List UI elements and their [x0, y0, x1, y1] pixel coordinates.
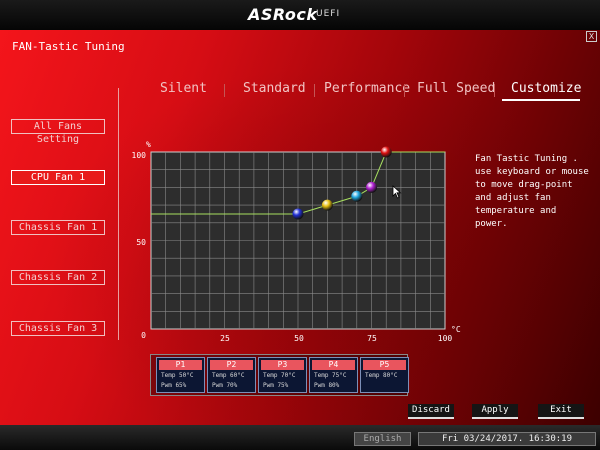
apply-button[interactable]: Apply — [472, 404, 518, 419]
x-tick-label: 75 — [367, 334, 377, 343]
point-card-pwm: Pwm 65% — [161, 382, 187, 389]
point-card-pwm: Pwm 75% — [263, 382, 289, 389]
datetime-display: Fri 03/24/2017. 16:30:19 — [418, 432, 596, 446]
point-cards-panel: P1 Temp 50°C Pwm 65% P2 Temp 60°C Pwm 70… — [150, 354, 409, 396]
x-tick-label: 100 — [437, 334, 453, 343]
point-card-p4[interactable]: P4 Temp 75°C Pwm 80% — [309, 357, 358, 393]
drag-point-p2[interactable] — [321, 199, 333, 211]
y-axis-unit: % — [146, 140, 151, 149]
point-card-temp: Temp 80°C — [365, 372, 398, 379]
point-card-title: P5 — [363, 360, 406, 370]
point-card-title: P3 — [261, 360, 304, 370]
point-card-pwm: Pwm 70% — [212, 382, 238, 389]
language-button[interactable]: English — [354, 432, 411, 446]
mouse-pointer-icon — [392, 185, 402, 199]
point-card-title: P4 — [312, 360, 355, 370]
point-card-temp: Temp 60°C — [212, 372, 245, 379]
drag-point-p3[interactable] — [351, 190, 363, 202]
y-tick-label: 100 — [131, 151, 146, 160]
point-card-p3[interactable]: P3 Temp 70°C Pwm 75% — [258, 357, 307, 393]
point-card-temp: Temp 75°C — [314, 372, 347, 379]
exit-button[interactable]: Exit — [538, 404, 584, 419]
point-card-p2[interactable]: P2 Temp 60°C Pwm 70% — [207, 357, 256, 393]
drag-point-p4[interactable] — [366, 181, 377, 193]
discard-button[interactable]: Discard — [408, 404, 454, 419]
chart-grid — [151, 152, 445, 329]
point-card-title: P2 — [210, 360, 253, 370]
point-card-pwm: Pwm 80% — [314, 382, 340, 389]
point-card-p1[interactable]: P1 Temp 50°C Pwm 65% — [156, 357, 205, 393]
x-axis-unit: °C — [451, 325, 461, 334]
y-tick-label: 0 — [141, 331, 146, 340]
y-tick-label: 50 — [136, 238, 146, 247]
help-text: Fan Tastic Tuning . use keyboard or mous… — [475, 154, 589, 229]
x-tick-label: 50 — [294, 334, 304, 343]
point-card-p5[interactable]: P5 Temp 80°C — [360, 357, 409, 393]
point-card-temp: Temp 70°C — [263, 372, 296, 379]
point-card-temp: Temp 50°C — [161, 372, 194, 379]
drag-point-p5[interactable] — [380, 146, 392, 158]
x-tick-label: 25 — [220, 334, 230, 343]
point-card-title: P1 — [159, 360, 202, 370]
drag-point-p1[interactable] — [292, 208, 304, 220]
